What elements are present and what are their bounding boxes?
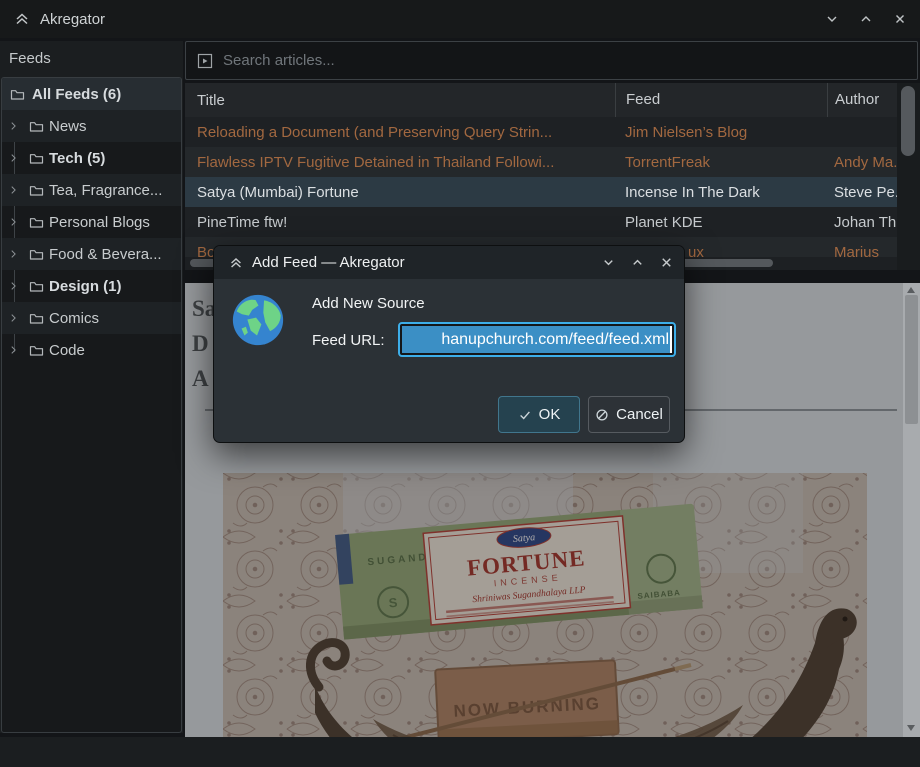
search-placeholder: Search articles... — [223, 52, 335, 69]
feed-url-label: Feed URL: — [312, 332, 385, 349]
folder-icon — [10, 87, 25, 102]
window-titlebar[interactable]: Akregator — [0, 0, 920, 38]
dialog-close-button[interactable] — [658, 255, 674, 271]
expander-chevron-icon[interactable] — [8, 312, 20, 324]
dialog-title: Add Feed — Akregator — [252, 254, 405, 271]
sidebar-item-personal-blogs[interactable]: Personal Blogs — [2, 206, 181, 238]
expander-chevron-icon[interactable] — [8, 216, 20, 228]
sidebar-item-design[interactable]: Design (1) — [2, 270, 181, 302]
window-title: Akregator — [40, 11, 105, 28]
table-row-selected[interactable]: Satya (Mumbai) Fortune Incense In The Da… — [185, 177, 920, 207]
feeds-sidebar: Feeds All Feeds (6) News Tech (5) Tea, F… — [0, 41, 183, 733]
feed-url-input[interactable]: hanupchurch.com/feed/feed.xml — [398, 322, 676, 357]
folder-icon — [29, 279, 44, 294]
feed-folder-label: Code — [49, 342, 85, 359]
feed-url-selected-text: hanupchurch.com/feed/feed.xml — [402, 326, 670, 353]
expander-chevron-icon[interactable] — [8, 344, 20, 356]
table-row[interactable]: Flawless IPTV Fugitive Detained in Thail… — [185, 147, 920, 177]
article-feed-cell: Incense In The Dark — [615, 184, 827, 201]
sidebar-item-tea-fragrance[interactable]: Tea, Fragrance... — [2, 174, 181, 206]
folder-icon — [29, 311, 44, 326]
dialog-maximize-button[interactable] — [629, 255, 645, 271]
feed-tree: All Feeds (6) News Tech (5) Tea, Fragran… — [1, 77, 182, 733]
dialog-minimize-button[interactable] — [600, 255, 616, 271]
feed-folder-label: Design (1) — [49, 278, 122, 295]
cancel-slash-icon — [595, 408, 609, 422]
article-list-header[interactable]: Title Feed Author — [185, 83, 920, 117]
minimize-button[interactable] — [820, 7, 844, 31]
maximize-button[interactable] — [854, 7, 878, 31]
add-feed-dialog: Add Feed — Akregator Add New Source Feed… — [213, 245, 685, 443]
folder-icon — [29, 119, 44, 134]
article-rows: Reloading a Document (and Preserving Que… — [185, 117, 920, 257]
article-scrollbar-thumb[interactable] — [905, 295, 918, 424]
column-header-title[interactable]: Title — [185, 92, 615, 109]
cancel-button[interactable]: Cancel — [588, 396, 670, 433]
article-feed-cell: TorrentFreak — [615, 154, 827, 171]
ok-button[interactable]: OK — [498, 396, 580, 433]
feeds-pane-title: Feeds — [0, 41, 183, 77]
article-line3-fragment: A — [192, 366, 209, 392]
article-title-cell: PineTime ftw! — [185, 214, 615, 231]
expander-chevron-icon[interactable] — [8, 152, 20, 164]
status-filter-icon[interactable] — [197, 53, 213, 69]
text-cursor — [670, 326, 672, 353]
globe-icon — [229, 291, 287, 349]
article-feed-cell: Planet KDE — [615, 214, 827, 231]
expander-chevron-icon[interactable] — [8, 120, 20, 132]
article-title-cell: Reloading a Document (and Preserving Que… — [185, 124, 615, 141]
article-feed-cell: Jim Nielsen’s Blog — [615, 124, 827, 141]
feed-folder-label: Comics — [49, 310, 99, 327]
feed-folder-label: All Feeds (6) — [32, 86, 121, 103]
article-scrollbar[interactable] — [903, 283, 920, 737]
list-vertical-scrollbar-thumb[interactable] — [901, 86, 915, 156]
app-shade-icon — [13, 10, 31, 28]
article-title-cell: Satya (Mumbai) Fortune — [185, 184, 615, 201]
check-icon — [518, 408, 532, 422]
column-header-feed[interactable]: Feed — [615, 83, 827, 117]
dialog-titlebar[interactable]: Add Feed — Akregator — [214, 246, 684, 279]
feed-folder-label: Personal Blogs — [49, 214, 150, 231]
folder-icon — [29, 343, 44, 358]
folder-icon — [29, 215, 44, 230]
article-title-cell: Flawless IPTV Fugitive Detained in Thail… — [185, 154, 615, 171]
dialog-heading: Add New Source — [312, 295, 425, 312]
sidebar-item-tech[interactable]: Tech (5) — [2, 142, 181, 174]
expander-chevron-icon[interactable] — [8, 248, 20, 260]
table-row[interactable]: Reloading a Document (and Preserving Que… — [185, 117, 920, 147]
feed-folder-label: Food & Bevera... — [49, 246, 162, 263]
article-list: Title Feed Author Reloading a Document (… — [185, 83, 920, 270]
window-footer — [0, 737, 920, 767]
sidebar-item-all-feeds[interactable]: All Feeds (6) — [2, 78, 181, 110]
close-button[interactable] — [888, 7, 912, 31]
article-line2-fragment: D — [192, 331, 209, 357]
feed-folder-label: News — [49, 118, 87, 135]
ok-button-label: OK — [539, 406, 561, 423]
dialog-shade-icon — [228, 255, 244, 271]
feed-folder-label: Tea, Fragrance... — [49, 182, 162, 199]
folder-icon — [29, 183, 44, 198]
expander-chevron-icon[interactable] — [8, 280, 20, 292]
sidebar-item-code[interactable]: Code — [2, 334, 181, 366]
feed-folder-label: Tech (5) — [49, 150, 105, 167]
sidebar-item-news[interactable]: News — [2, 110, 181, 142]
sidebar-item-food-beverage[interactable]: Food & Bevera... — [2, 238, 181, 270]
scroll-up-arrow-icon[interactable] — [907, 287, 915, 293]
expander-chevron-icon[interactable] — [8, 184, 20, 196]
cancel-button-label: Cancel — [616, 406, 663, 423]
table-row[interactable]: PineTime ftw! Planet KDE Johan Th... — [185, 207, 920, 237]
folder-icon — [29, 247, 44, 262]
sidebar-item-comics[interactable]: Comics — [2, 302, 181, 334]
search-articles-input[interactable]: Search articles... — [185, 41, 918, 80]
folder-icon — [29, 151, 44, 166]
list-vertical-scrollbar[interactable] — [897, 83, 920, 270]
article-photo-incense: S SUGANDHAL SAIBABA Satya FORTUNE INCENS… — [223, 473, 867, 737]
scroll-down-arrow-icon[interactable] — [907, 725, 915, 731]
